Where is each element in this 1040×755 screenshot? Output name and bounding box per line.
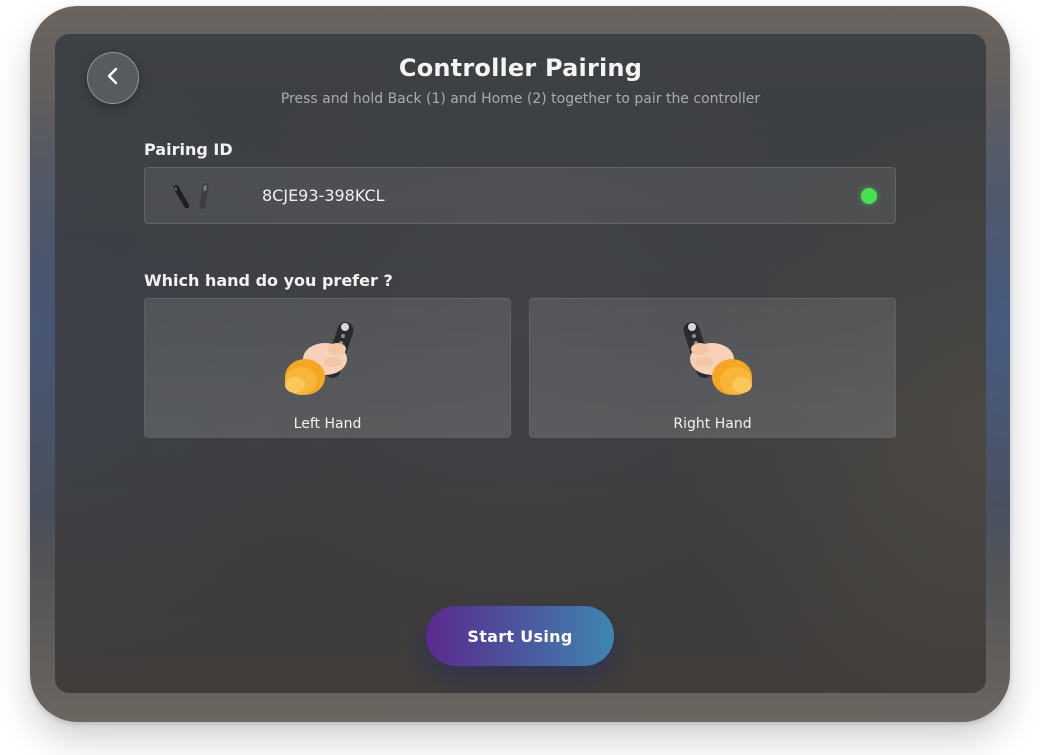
connection-status-dot bbox=[861, 188, 877, 204]
left-hand-controller-icon bbox=[281, 317, 371, 399]
left-hand-label: Left Hand bbox=[293, 416, 362, 432]
device-frame: Controller Pairing Press and hold Back (… bbox=[30, 6, 1010, 722]
right-hand-controller-icon bbox=[666, 317, 756, 399]
left-hand-option[interactable]: Left Hand bbox=[144, 298, 511, 438]
start-using-button[interactable]: Start Using bbox=[426, 606, 614, 666]
app-screen: Controller Pairing Press and hold Back (… bbox=[55, 34, 986, 693]
pairing-id-field[interactable]: 8CJE93-398KCL bbox=[144, 167, 896, 224]
pairing-id-value: 8CJE93-398KCL bbox=[262, 186, 385, 205]
hand-preference-question: Which hand do you prefer ? bbox=[144, 271, 393, 290]
right-hand-option[interactable]: Right Hand bbox=[529, 298, 896, 438]
page-subtitle: Press and hold Back (1) and Home (2) tog… bbox=[280, 91, 761, 107]
page-title: Controller Pairing bbox=[398, 54, 643, 82]
vr-controllers-icon bbox=[171, 182, 215, 216]
pairing-id-label: Pairing ID bbox=[144, 140, 233, 159]
right-hand-label: Right Hand bbox=[673, 416, 752, 432]
